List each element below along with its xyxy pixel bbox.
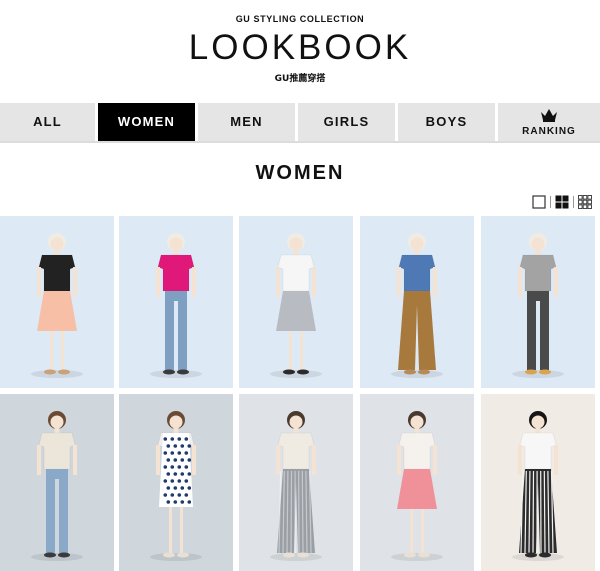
look-photo — [360, 394, 474, 571]
tabs-divider — [0, 141, 600, 143]
look-card[interactable] — [481, 216, 600, 388]
look-photo — [481, 394, 595, 571]
tab-ranking-label: RANKING — [522, 126, 576, 137]
look-card[interactable] — [360, 394, 474, 571]
tab-all[interactable]: ALL — [0, 103, 95, 141]
collection-subtitle: GU STYLING COLLECTION — [235, 14, 365, 24]
look-card[interactable] — [481, 394, 600, 571]
toggle-divider — [573, 196, 574, 208]
tab-ranking[interactable]: RANKING — [498, 103, 600, 141]
look-photo — [0, 216, 114, 388]
category-tabs: ALL WOMEN MEN GIRLS BOYS RANKING — [0, 103, 600, 141]
section-title: WOMEN — [255, 162, 345, 184]
look-card[interactable] — [239, 394, 353, 571]
look-card[interactable] — [239, 216, 353, 388]
look-card[interactable] — [119, 216, 233, 388]
look-photo — [239, 216, 353, 388]
page-header: GU STYLING COLLECTION LOOKBOOK GU推薦穿搭 — [0, 0, 600, 96]
look-card[interactable] — [0, 216, 114, 388]
single-view-icon[interactable] — [532, 195, 546, 209]
view-toggles — [532, 195, 596, 209]
look-card[interactable] — [119, 394, 233, 571]
toggle-divider — [550, 196, 551, 208]
tab-girls[interactable]: GIRLS — [298, 103, 395, 141]
look-card[interactable] — [0, 394, 114, 571]
look-photo — [481, 216, 595, 388]
page-caption: GU推薦穿搭 — [274, 74, 326, 84]
look-photo — [0, 394, 114, 571]
tab-women[interactable]: WOMEN — [98, 103, 195, 141]
crown-icon — [541, 109, 557, 122]
dense-grid-view-icon[interactable] — [578, 195, 592, 209]
look-photo — [119, 216, 233, 388]
tab-boys[interactable]: BOYS — [398, 103, 495, 141]
lookbook-grid — [0, 216, 600, 571]
look-photo — [119, 394, 233, 571]
look-photo — [239, 394, 353, 571]
look-photo — [360, 216, 474, 388]
page-title: LOOKBOOK — [188, 28, 412, 67]
tab-men[interactable]: MEN — [198, 103, 295, 141]
look-card[interactable] — [360, 216, 474, 388]
grid-view-icon[interactable] — [555, 195, 569, 209]
